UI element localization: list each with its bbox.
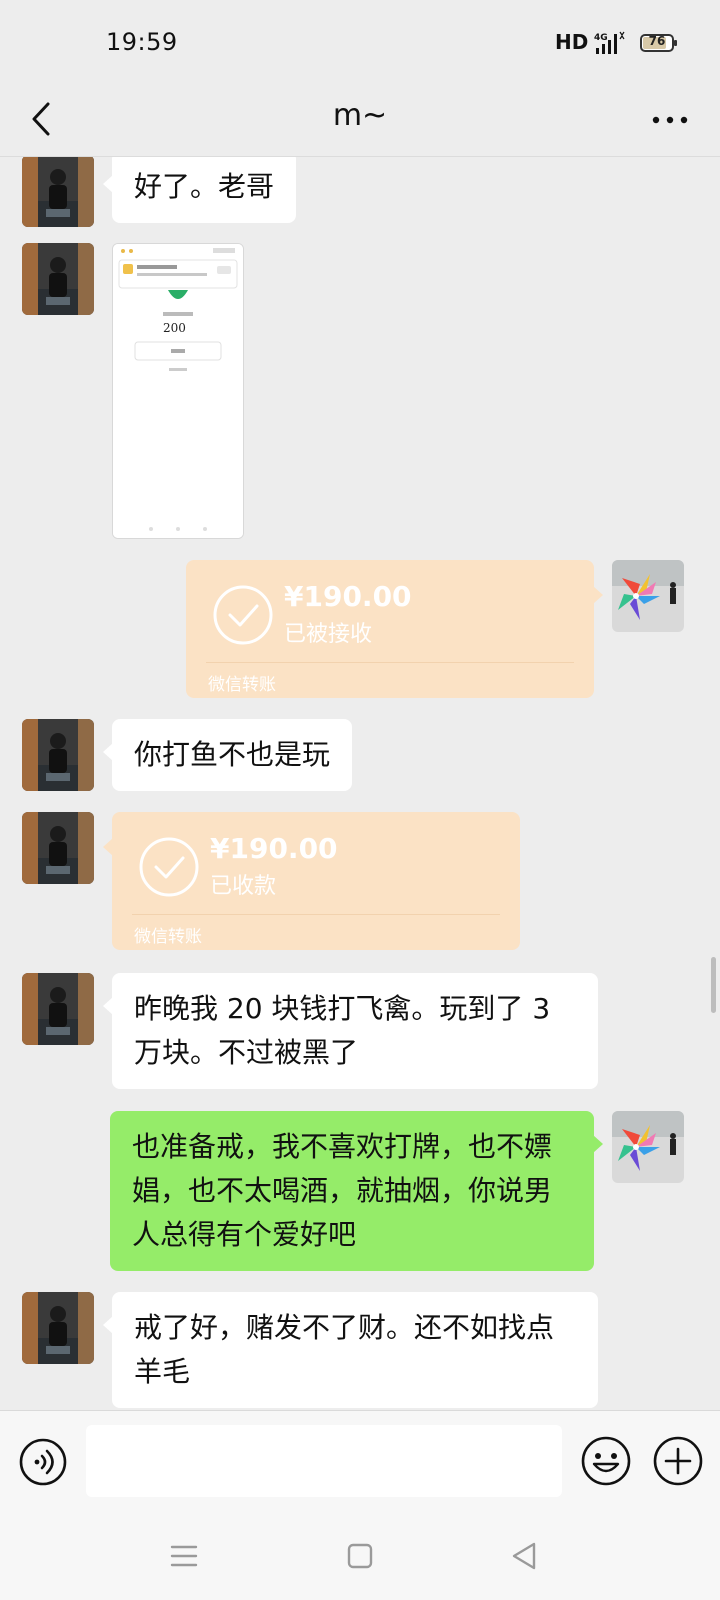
message-item: 好了。老哥 xyxy=(0,157,720,227)
network-type: 4G xyxy=(594,33,608,43)
divider xyxy=(132,914,500,915)
check-circle-icon xyxy=(139,837,199,897)
person-photo-icon xyxy=(22,973,94,1045)
transfer-label: 微信转账 xyxy=(134,927,202,947)
system-nav-bar xyxy=(0,1512,720,1600)
message-item: ¥190.00 已收款 微信转账 xyxy=(0,812,720,952)
pinwheel-photo-icon xyxy=(612,560,684,632)
input-bar xyxy=(0,1410,720,1513)
person-photo-icon xyxy=(22,1292,94,1364)
pinwheel-photo-icon xyxy=(612,1111,684,1183)
transfer-card[interactable]: ¥190.00 已被接收 微信转账 xyxy=(186,560,603,698)
message-item: 200 xyxy=(0,243,720,543)
hd-indicator: HD xyxy=(555,30,589,54)
person-photo-icon xyxy=(22,719,94,791)
contact-avatar[interactable] xyxy=(22,157,94,227)
message-bubble[interactable]: 好了。老哥 xyxy=(102,157,297,223)
signal-icon: 4G xyxy=(594,31,625,54)
contact-avatar[interactable] xyxy=(22,719,94,791)
message-list[interactable]: 好了。老哥 200 ¥190.00 已被接收 微信转账 你打鱼不也是玩 ¥190… xyxy=(0,157,720,1410)
person-photo-icon xyxy=(22,243,94,315)
transfer-status: 已被接收 xyxy=(284,622,373,647)
screenshot-thumbnail-icon: 200 xyxy=(113,244,243,538)
transfer-amount: ¥190.00 xyxy=(210,832,338,865)
message-bubble[interactable]: 也准备戒，我不喜欢打牌，也不嫖娼，也不太喝酒，就抽烟，你说男人总得有个爱好吧 xyxy=(110,1111,603,1271)
transfer-card[interactable]: ¥190.00 已收款 微信转账 xyxy=(103,812,520,950)
check-circle-icon xyxy=(213,585,273,645)
thumbnail-amount: 200 xyxy=(163,321,186,335)
back-triangle-icon[interactable] xyxy=(504,1536,544,1576)
voice-icon[interactable] xyxy=(18,1437,68,1487)
message-item: 你打鱼不也是玩 xyxy=(0,719,720,799)
my-avatar[interactable] xyxy=(612,1111,684,1183)
person-photo-icon xyxy=(22,157,94,227)
message-item: ¥190.00 已被接收 微信转账 xyxy=(0,560,720,700)
contact-avatar[interactable] xyxy=(22,243,94,315)
transfer-label: 微信转账 xyxy=(208,675,276,695)
status-time: 19:59 xyxy=(106,28,178,56)
message-bubble[interactable]: 昨晚我 20 块钱打飞禽。玩到了 3 万块。不过被黑了 xyxy=(103,973,598,1089)
chat-header: m~ xyxy=(0,82,720,157)
battery-level: 76 xyxy=(648,34,666,48)
more-options-icon[interactable] xyxy=(648,100,692,140)
divider xyxy=(206,662,574,663)
my-avatar[interactable] xyxy=(612,560,684,632)
person-photo-icon xyxy=(22,812,94,884)
message-input[interactable] xyxy=(86,1425,562,1497)
contact-avatar[interactable] xyxy=(22,973,94,1045)
plus-icon[interactable] xyxy=(652,1435,704,1487)
scrollbar[interactable] xyxy=(711,957,716,1013)
transfer-status: 已收款 xyxy=(210,874,277,899)
chat-title: m~ xyxy=(332,98,388,133)
message-bubble[interactable]: 你打鱼不也是玩 xyxy=(102,719,353,791)
home-square-icon[interactable] xyxy=(340,1536,380,1576)
image-message[interactable]: 200 xyxy=(112,243,244,539)
transfer-amount: ¥190.00 xyxy=(284,580,412,613)
chat-screen: 19:59 HD 4G 76 m~ 好了。老哥 200 ¥190.00 已被接收… xyxy=(0,0,720,1600)
menu-lines-icon[interactable] xyxy=(164,1536,204,1576)
contact-avatar[interactable] xyxy=(22,812,94,884)
contact-avatar[interactable] xyxy=(22,1292,94,1364)
status-bar: 19:59 HD 4G 76 xyxy=(0,0,720,82)
message-item: 戒了好，赌发不了财。还不如找点羊毛 xyxy=(0,1292,720,1410)
message-item: 昨晚我 20 块钱打飞禽。玩到了 3 万块。不过被黑了 xyxy=(0,973,720,1093)
emoji-icon[interactable] xyxy=(580,1435,632,1487)
battery-icon: 76 xyxy=(640,34,677,52)
message-item: 也准备戒，我不喜欢打牌，也不嫖娼，也不太喝酒，就抽烟，你说男人总得有个爱好吧 xyxy=(0,1111,720,1276)
message-bubble[interactable]: 戒了好，赌发不了财。还不如找点羊毛 xyxy=(103,1292,598,1408)
